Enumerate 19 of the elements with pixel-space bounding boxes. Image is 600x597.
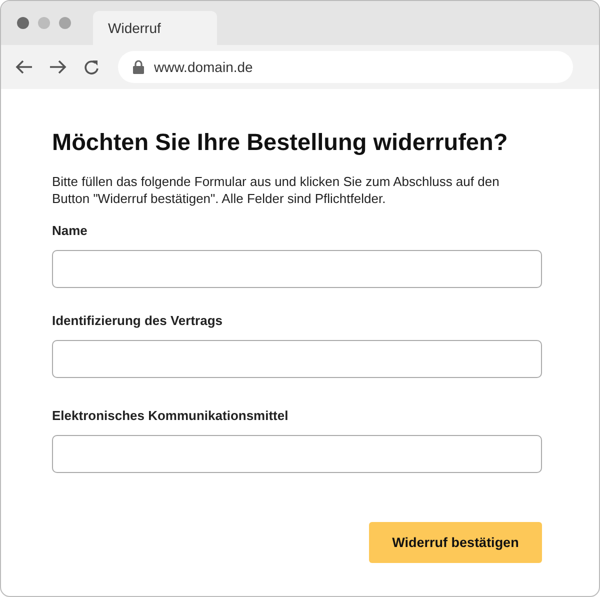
input-field[interactable]: [52, 340, 542, 378]
minimize-window-icon[interactable]: [38, 17, 50, 29]
field-label: Name: [52, 223, 88, 238]
url-text: www.domain.de: [154, 59, 253, 75]
page-heading: Möchten Sie Ihre Bestellung widerrufen?: [52, 129, 509, 156]
maximize-window-icon[interactable]: [59, 17, 71, 29]
forward-arrow-icon[interactable]: [49, 59, 67, 75]
address-bar[interactable]: www.domain.de: [118, 51, 573, 83]
close-window-icon[interactable]: [17, 17, 29, 29]
input-field[interactable]: [52, 435, 542, 473]
field-label: Identifizierung des Vertrags: [52, 313, 224, 328]
lock-icon: [133, 60, 144, 74]
reload-icon[interactable]: [83, 58, 100, 76]
confirm-button[interactable]: Widerruf bestätigen: [369, 522, 542, 563]
browser-tab[interactable]: Widerruf: [93, 11, 217, 45]
input-field[interactable]: [52, 250, 542, 288]
instruction-text: Bitte füllen das folgende Formular aus und klicken Sie zum Abschluss auf den Button "Widerruf bestätigen". Alle Felder sind Pflichtfelder.: [52, 173, 500, 207]
back-arrow-icon[interactable]: [15, 59, 33, 75]
field-label: Elektronisches Kommunikationsmittel: [52, 408, 290, 423]
